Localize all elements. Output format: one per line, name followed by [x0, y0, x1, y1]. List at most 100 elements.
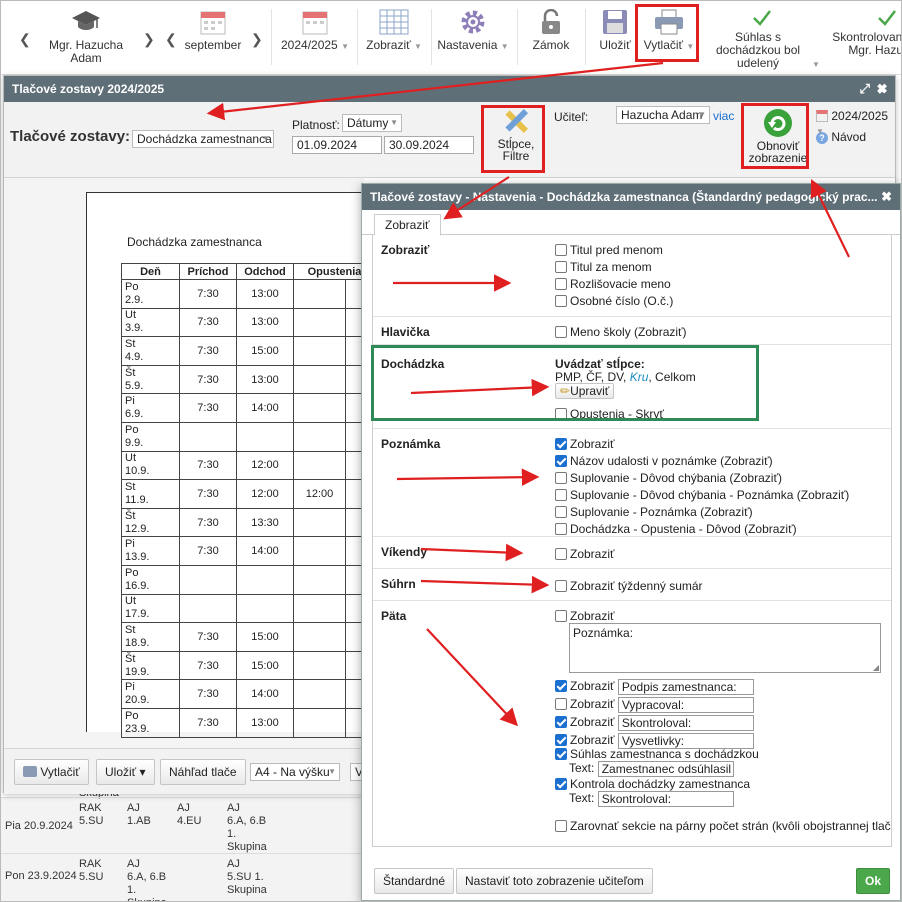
checkbox[interactable]	[555, 506, 567, 518]
close-icon[interactable]: ✖	[877, 81, 887, 96]
option-label: Zobraziť	[570, 733, 615, 748]
checkbox-option[interactable]: Titul pred menom	[555, 243, 663, 257]
consent-text-input[interactable]: Zamestnanec odsúhlasil	[597, 761, 734, 777]
footer-note-textarea[interactable]: Poznámka: ◢	[569, 623, 881, 673]
checkbox-option[interactable]: Zobraziť	[555, 547, 615, 561]
arrival-cell: 7:30	[179, 279, 237, 309]
day-cell: St 18.9.	[121, 622, 180, 652]
more-link[interactable]: viac	[713, 109, 734, 123]
signature-text-input[interactable]: Podpis zamestnanca:	[617, 679, 754, 695]
consent-status[interactable]: Súhlas s dochádzkou bol udelený ▼	[701, 9, 823, 71]
day-name: Št	[125, 366, 136, 379]
chevron-right-icon[interactable]: ❯	[251, 31, 263, 48]
checkbox[interactable]	[555, 580, 567, 592]
show-menu[interactable]: Zobraziť ▼	[363, 9, 425, 53]
resize-handle-icon[interactable]: ◢	[873, 663, 879, 672]
print-preview-button[interactable]: Náhľad tlače	[160, 759, 246, 785]
maximize-icon[interactable]: ⤢	[859, 81, 869, 96]
signature-option[interactable]: Zobraziť Vypracoval:	[555, 697, 754, 713]
checkbox-option[interactable]: Suplovanie - Dôvod chýbania - Poznámka (…	[555, 488, 849, 502]
set-for-teachers-button[interactable]: Nastaviť toto zobrazenie učiteľom	[456, 868, 653, 894]
checkbox-checked[interactable]	[555, 778, 567, 790]
checkbox-option[interactable]: Osobné číslo (O.č.)	[555, 294, 673, 308]
checkbox-option[interactable]: Suplovanie - Dôvod chýbania (Zobraziť)	[555, 471, 782, 485]
day-date: 16.9.	[125, 579, 150, 592]
day-date: 2.9.	[125, 293, 144, 306]
checkbox-option[interactable]: Názov udalosti v poznámke (Zobraziť)	[555, 454, 773, 468]
checkbox[interactable]	[555, 489, 567, 501]
checkbox[interactable]	[555, 261, 567, 273]
edit-columns-button[interactable]: ✏Upraviť	[555, 383, 615, 399]
report-select[interactable]: Dochádzka zamestnanca ▼	[132, 130, 274, 148]
attendance-table: Deň Príchod Odchod Opustenia Po 2.9. 7:30 13:0…	[121, 263, 364, 738]
checkbox[interactable]	[555, 408, 567, 420]
checkbox-checked[interactable]	[555, 748, 567, 760]
checkbox[interactable]	[555, 523, 567, 535]
checkbox[interactable]	[555, 610, 567, 622]
teacher-selector[interactable]: Mgr. Hazucha Adam	[47, 9, 125, 65]
page-size-select[interactable]: A4 - Na výšku ▼	[250, 763, 340, 781]
year-selector[interactable]: 2024/2025 ▼	[279, 9, 351, 53]
checkbox-option[interactable]: Dochádzka - Opustenia - Dôvod (Zobraziť)	[555, 522, 797, 536]
date-to-input[interactable]: 30.09.2024	[384, 136, 474, 154]
background-cell: RAK 5.SU	[79, 802, 104, 827]
checkbox-option[interactable]: Rozlišovacie meno	[555, 277, 671, 291]
help-link[interactable]: ? Návod	[816, 130, 866, 144]
checkbox[interactable]	[555, 698, 567, 711]
option-label: Meno školy (Zobraziť)	[570, 325, 687, 339]
signature-option[interactable]: Zobraziť Skontroloval:	[555, 715, 754, 731]
close-icon[interactable]: ✖	[877, 184, 892, 210]
checkbox-option[interactable]: Zobraziť	[555, 437, 615, 451]
checkbox-checked[interactable]	[555, 716, 567, 729]
checkbox-option[interactable]: Meno školy (Zobraziť)	[555, 325, 687, 339]
columns-list-text: , Celkom	[648, 370, 696, 384]
checked-status[interactable]: Skontrolovaná Mgr. Hazuc	[829, 9, 901, 57]
signature-text-input[interactable]: Vypracoval:	[617, 697, 754, 713]
checkbox-checked[interactable]	[555, 438, 567, 450]
lock-button[interactable]: Zámok	[525, 9, 577, 52]
checkbox[interactable]	[555, 244, 567, 256]
align-sections-option[interactable]: Zarovnať sekcie na párny počet strán (kv…	[555, 819, 891, 833]
footer-show-option[interactable]: Zobraziť	[555, 609, 615, 623]
signature-text-input[interactable]: Skontroloval:	[617, 715, 754, 731]
print-footer-button[interactable]: Vytlačiť	[14, 759, 89, 785]
columns-filters-button[interactable]: Stĺpce, Filtre	[484, 106, 548, 162]
date-from-input[interactable]: 01.09.2024	[292, 136, 382, 154]
chevron-left-icon[interactable]: ❮	[165, 31, 177, 48]
checkbox[interactable]	[555, 295, 567, 307]
chevron-right-icon[interactable]: ❯	[143, 31, 155, 48]
control-option[interactable]: Kontrola dochádzky zamestnanca	[555, 777, 750, 791]
checkbox[interactable]	[555, 472, 567, 484]
leave-cell	[293, 707, 346, 738]
validity-type-select[interactable]: Dátumy ▼	[342, 114, 402, 132]
month-selector[interactable]: september	[181, 9, 245, 52]
checkbox-option[interactable]: Titul za menom	[555, 260, 652, 274]
checkbox[interactable]	[555, 278, 567, 290]
print-button[interactable]: Vytlačiť ▼	[639, 9, 699, 53]
checkbox[interactable]	[555, 820, 567, 832]
tab-show[interactable]: Zobraziť	[374, 214, 441, 236]
checkbox-option[interactable]: Opustenia - Skryť	[555, 407, 664, 421]
control-text-input[interactable]: Skontroloval:	[597, 791, 734, 807]
ok-button[interactable]: Ok	[856, 868, 891, 894]
option-label: Zobraziť	[570, 715, 615, 730]
refresh-view-button[interactable]: Obnoviť zobrazenie	[744, 108, 812, 164]
checkbox-option[interactable]: Zobraziť týždenný sumár	[555, 579, 703, 593]
checkbox-checked[interactable]	[555, 680, 567, 693]
settings-menu[interactable]: Nastavenia ▼	[437, 9, 509, 53]
teacher-select[interactable]: Hazucha Adam ▼	[616, 106, 710, 124]
option-label: Rozlišovacie meno	[570, 277, 671, 291]
signature-option[interactable]: Zobraziť Podpis zamestnanca:	[555, 679, 754, 695]
checkbox-option[interactable]: Suplovanie - Poznámka (Zobraziť)	[555, 505, 753, 519]
section-footer: Päta Zobraziť Poznámka: ◢ Zobraziť Podpi…	[373, 601, 891, 846]
checkbox-checked[interactable]	[555, 734, 567, 747]
checkbox-checked[interactable]	[555, 455, 567, 467]
chevron-left-icon[interactable]: ❮	[19, 31, 31, 48]
checkbox[interactable]	[555, 548, 567, 560]
save-footer-button[interactable]: Uložiť ▾	[96, 759, 155, 785]
checkbox[interactable]	[555, 326, 567, 338]
standard-button[interactable]: Štandardné	[374, 868, 455, 894]
save-button[interactable]: Uložiť	[593, 9, 637, 52]
chevron-down-icon: ▼	[341, 42, 349, 51]
consent-option[interactable]: Súhlas zamestnanca s dochádzkou	[555, 747, 759, 761]
